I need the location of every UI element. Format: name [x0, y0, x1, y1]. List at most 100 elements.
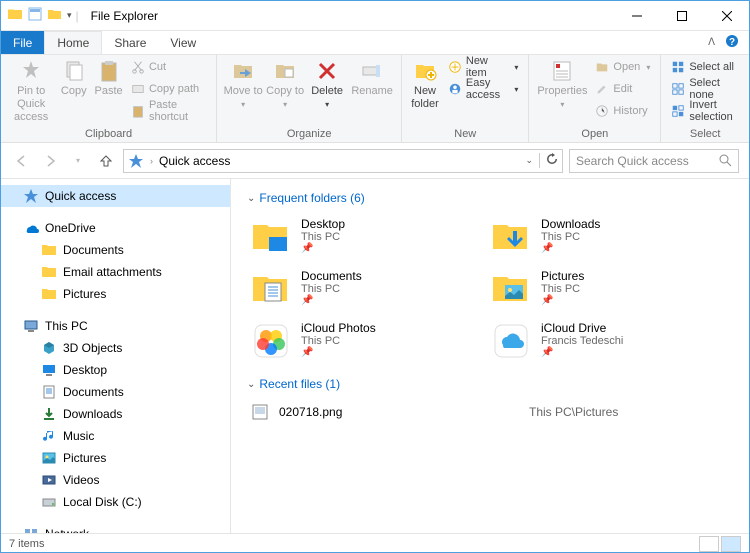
view-icons-button[interactable] — [721, 536, 741, 552]
pin-quick-access-button[interactable]: Pin to Quick access — [7, 57, 55, 125]
back-button[interactable] — [11, 150, 33, 172]
folder-name: Documents — [301, 269, 362, 283]
delete-button[interactable]: Delete▾ — [307, 57, 347, 110]
address-path[interactable]: › Quick access ⌄ — [123, 149, 563, 173]
qat-dropdown-icon[interactable]: ▾ — [67, 10, 72, 21]
minimize-button[interactable] — [614, 1, 659, 30]
pin-icon: 📌 — [541, 243, 600, 254]
move-to-button[interactable]: Move to▾ — [223, 57, 263, 110]
select-none-button[interactable]: Select none — [667, 79, 743, 99]
address-bar: ▾ › Quick access ⌄ Search Quick access — [1, 143, 749, 179]
desktop-icon — [251, 217, 291, 257]
folder-item-desktop[interactable]: DesktopThis PC📌 — [247, 213, 467, 261]
sidebar-item-od-documents[interactable]: Documents — [1, 239, 230, 261]
folder-sub: This PC — [541, 283, 584, 295]
ribbon-collapse-icon[interactable]: ᐱ — [708, 37, 715, 48]
recent-file-name: 020718.png — [279, 405, 342, 419]
sidebar-item-quick-access[interactable]: Quick access — [1, 185, 230, 207]
open-button[interactable]: Open▾ — [591, 57, 654, 77]
status-text: 7 items — [9, 538, 44, 550]
sidebar-item-od-email[interactable]: Email attachments — [1, 261, 230, 283]
quick-access-icon — [128, 153, 144, 169]
folder-name: Downloads — [541, 217, 600, 231]
pin-icon: 📌 — [301, 243, 345, 254]
iclouddrive-icon — [491, 321, 531, 361]
sidebar-item-documents[interactable]: Documents — [1, 381, 230, 403]
folder-sub: This PC — [301, 335, 376, 347]
tab-home[interactable]: Home — [44, 31, 102, 54]
edit-button[interactable]: Edit — [591, 79, 654, 99]
pin-icon: 📌 — [541, 347, 623, 358]
window-title: File Explorer — [91, 9, 158, 23]
copy-to-button[interactable]: Copy to▾ — [265, 57, 305, 110]
documents-icon — [251, 269, 291, 309]
tab-view[interactable]: View — [158, 31, 208, 54]
rename-button[interactable]: Rename — [349, 57, 395, 98]
up-button[interactable] — [95, 150, 117, 172]
pin-icon: 📌 — [301, 295, 362, 306]
ribbon-group-clipboard: Pin to Quick access Copy Paste Cut Copy … — [1, 55, 217, 142]
folder-sub: This PC — [541, 231, 600, 243]
frequent-folders-header[interactable]: ⌄Frequent folders (6) — [247, 191, 733, 205]
new-folder-button[interactable]: New folder — [408, 57, 442, 111]
paste-button[interactable]: Paste — [92, 57, 125, 98]
ribbon: Pin to Quick access Copy Paste Cut Copy … — [1, 55, 749, 143]
sidebar-item-network[interactable]: Network — [1, 523, 230, 533]
forward-button[interactable] — [39, 150, 61, 172]
invert-selection-button[interactable]: Invert selection — [667, 101, 743, 121]
copy-button[interactable]: Copy — [57, 57, 90, 98]
properties-button[interactable]: Properties▾ — [535, 57, 589, 110]
nav-sidebar: Quick access OneDrive Documents Email at… — [1, 179, 231, 533]
pin-icon: 📌 — [301, 347, 376, 358]
maximize-button[interactable] — [659, 1, 704, 30]
sidebar-item-localdisk[interactable]: Local Disk (C:) — [1, 491, 230, 513]
history-button[interactable]: History — [591, 101, 654, 121]
copy-path-button[interactable]: Copy path — [127, 79, 210, 99]
sidebar-item-music[interactable]: Music — [1, 425, 230, 447]
paste-shortcut-button[interactable]: Paste shortcut — [127, 101, 210, 121]
folder-item-iclouddrive[interactable]: iCloud DriveFrancis Tedeschi📌 — [487, 317, 707, 365]
tab-file[interactable]: File — [1, 31, 44, 54]
view-details-button[interactable] — [699, 536, 719, 552]
close-button[interactable] — [704, 1, 749, 30]
sidebar-item-pictures[interactable]: Pictures — [1, 447, 230, 469]
new-item-button[interactable]: New item▾ — [444, 57, 523, 77]
refresh-icon[interactable] — [539, 153, 558, 168]
sidebar-item-thispc[interactable]: This PC — [1, 315, 230, 337]
recent-locations-button[interactable]: ▾ — [67, 150, 89, 172]
sidebar-item-onedrive[interactable]: OneDrive — [1, 217, 230, 239]
folder-item-pictures[interactable]: PicturesThis PC📌 — [487, 265, 707, 313]
search-icon — [719, 154, 732, 167]
qat-newfolder-icon[interactable] — [47, 6, 63, 25]
ribbon-group-open: Properties▾ Open▾ Edit History Open — [529, 55, 661, 142]
folder-item-icloudphotos[interactable]: iCloud PhotosThis PC📌 — [247, 317, 467, 365]
icloudphotos-icon — [251, 321, 291, 361]
ribbon-tabs: File Home Share View ᐱ ? — [1, 31, 749, 55]
explorer-icon — [7, 6, 23, 25]
pictures-icon — [491, 269, 531, 309]
folder-name: iCloud Photos — [301, 321, 376, 335]
easy-access-button[interactable]: Easy access▾ — [444, 79, 523, 99]
search-input[interactable]: Search Quick access — [569, 149, 739, 173]
sidebar-item-downloads[interactable]: Downloads — [1, 403, 230, 425]
sidebar-item-od-pictures[interactable]: Pictures — [1, 283, 230, 305]
png-file-icon — [251, 403, 269, 421]
sidebar-item-videos[interactable]: Videos — [1, 469, 230, 491]
tab-share[interactable]: Share — [102, 31, 158, 54]
folder-item-downloads[interactable]: DownloadsThis PC📌 — [487, 213, 707, 261]
help-icon[interactable]: ? — [725, 34, 739, 51]
recent-file-row[interactable]: 020718.png This PC\Pictures — [247, 399, 733, 425]
titlebar: ▾ | File Explorer — [1, 1, 749, 31]
svg-text:?: ? — [729, 37, 735, 48]
sidebar-item-desktop[interactable]: Desktop — [1, 359, 230, 381]
sidebar-item-3dobjects[interactable]: 3D Objects — [1, 337, 230, 359]
select-all-button[interactable]: Select all — [667, 57, 743, 77]
folder-name: Pictures — [541, 269, 584, 283]
folder-item-documents[interactable]: DocumentsThis PC📌 — [247, 265, 467, 313]
qat-properties-icon[interactable] — [27, 6, 43, 25]
cut-button[interactable]: Cut — [127, 57, 210, 77]
downloads-icon — [491, 217, 531, 257]
recent-files-header[interactable]: ⌄Recent files (1) — [247, 377, 733, 391]
ribbon-group-select: Select all Select none Invert selection … — [661, 55, 749, 142]
ribbon-group-new: New folder New item▾ Easy access▾ New — [402, 55, 529, 142]
